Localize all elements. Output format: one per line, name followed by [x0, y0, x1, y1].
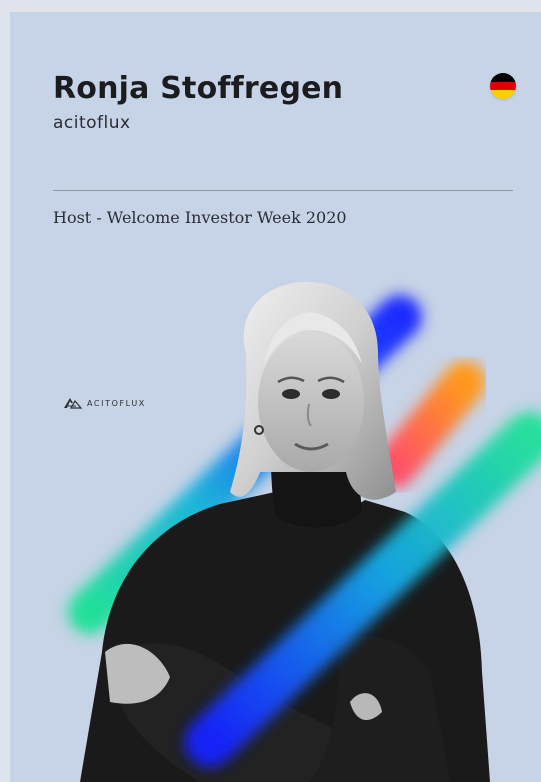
germany-flag-icon	[490, 73, 516, 99]
speaker-name: Ronja Stoffregen	[53, 71, 344, 106]
acitoflux-logo-icon	[64, 398, 83, 409]
logo-text: ACITOFLUX	[87, 398, 146, 408]
speaker-header: Ronja Stoffregen acitoflux	[53, 70, 541, 133]
acitoflux-logo: ACITOFLUX	[63, 397, 146, 409]
header-divider	[53, 190, 513, 191]
speaker-company: acitoflux	[53, 113, 131, 133]
speaker-card: Ronja Stoffregen acitoflux Host - Welcom…	[10, 12, 541, 782]
speaker-role: Host - Welcome Investor Week 2020	[53, 208, 347, 227]
flag-stripe-red	[490, 81, 516, 91]
orange-stripe	[374, 361, 486, 488]
